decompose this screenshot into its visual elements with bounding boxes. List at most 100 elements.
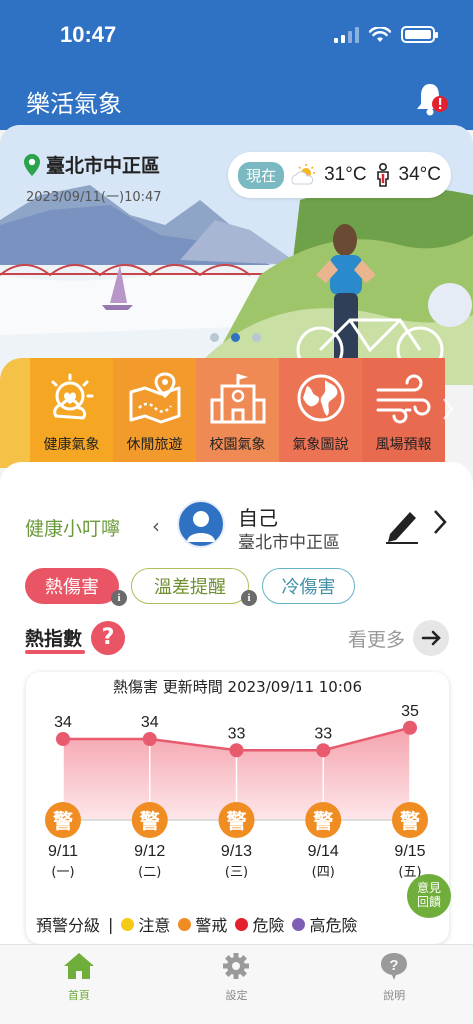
tab-label: 首頁 [67,989,90,1002]
info-icon[interactable]: i [241,590,257,606]
notification-bell-icon[interactable] [415,80,449,118]
tab-settings[interactable]: 設定 [176,945,296,1024]
chart-x-tick-label: 9/14 [308,843,339,860]
carousel-dot[interactable] [210,333,219,342]
chart-weekday-label: (一) [51,865,74,880]
app-header: 樂活氣象 [0,70,473,130]
menu-label: 氣象圖說 [292,437,349,453]
menu-item-health-weather[interactable]: 健康氣象 [30,358,113,468]
avatar[interactable] [177,500,225,548]
chevron-left-icon[interactable]: ‹ [152,514,160,538]
menu-label: 校園氣象 [209,437,266,453]
person-location: 臺北市中正區 [238,533,340,553]
thermometer-body-icon [376,163,389,187]
legend-item-high-danger: 高危險 [292,912,357,936]
heat-index-chart: 34 警 9/11 (一) 34 警 9/12 (二) 33 警 9/13 (三) 33 警 9/14 (四)… [26,672,449,944]
apparent-temperature: 34°C [398,164,441,185]
school-icon [210,374,265,424]
location-pin-icon [24,153,40,176]
tab-heat-injury[interactable]: 熱傷害 [25,568,119,604]
current-weather-pill[interactable]: 現在 31°C 34°C [228,152,451,198]
chart-level-label: 警 [400,809,420,833]
carousel-dots[interactable] [210,333,261,342]
status-icons [334,26,438,43]
health-weather-icon [51,373,93,420]
signal-icon [334,26,359,43]
legend-title: 預警分級 [36,916,101,935]
arrow-right-icon[interactable] [413,620,449,656]
partly-cloudy-icon [291,164,316,185]
tab-label: 設定 [225,989,248,1002]
chart-level-label: 警 [313,809,333,833]
chart-point [403,720,417,735]
menu-label: 風場預報 [375,437,432,453]
menu-scroll-edge [0,358,30,468]
hero-banner[interactable]: 臺北市中正區 2023/09/11(一)10:47 現在 31°C 34°C [0,125,473,385]
feedback-button[interactable]: 意見 回饋 [407,874,451,918]
chart-weekday-label: (三) [225,865,248,880]
wifi-icon [369,26,391,42]
tab-temperature-difference[interactable]: 溫差提醒 [131,568,249,604]
chart-data-label: 33 [228,725,246,742]
question-icon[interactable]: ? [91,621,125,655]
chart-point [229,743,244,758]
location-name: 臺北市中正區 [46,155,161,177]
location-name-row[interactable]: 臺北市中正區 [24,151,162,178]
health-tips-title: 健康小叮嚀 [25,518,121,540]
tab-label: 說明 [383,989,406,1002]
current-temperature: 31°C [324,164,367,185]
menu-item-wind-forecast[interactable]: 風場預報 [362,358,445,468]
chart-level-label: 警 [227,809,247,833]
legend-item-alert: 警戒 [178,912,227,936]
globe-icon [297,374,344,422]
menu-item-campus-weather[interactable]: 校園氣象 [196,358,279,468]
status-time: 10:47 [60,22,117,47]
menu-item-leisure-travel[interactable]: 休閒旅遊 [113,358,196,468]
app-title: 樂活氣象 [26,90,122,118]
chart-point [56,732,70,746]
heat-index-underline [25,650,85,654]
warning-legend: 預警分級 | 注意 警戒 危險 高危險 [36,912,357,936]
person-name: 自己 [238,506,278,530]
see-more-link[interactable]: 看更多 [348,625,405,652]
chart-x-tick-label: 9/12 [134,843,165,860]
tab-help[interactable]: ? 說明 [334,945,454,1024]
heat-index-chart-svg: 34 警 9/11 (一) 34 警 9/12 (二) 33 警 9/13 (三) 33 警 9/14 (四)… [45,703,428,880]
help-icon: ? [381,953,408,980]
edit-pencil-icon[interactable] [384,506,420,544]
bottom-tab-bar: 首頁 設定 ? 說明 [0,944,473,1024]
chart-point [316,743,331,758]
menu-item-weather-graphics[interactable]: 氣象圖說 [279,358,362,468]
battery-icon [401,26,438,43]
feature-menu: 健康氣象 休閒旅遊 校園氣象 氣象圖說 風場預報 [0,358,473,468]
svg-text:?: ? [390,957,399,974]
user-icon [187,511,215,542]
leisure-map-icon [129,372,180,424]
wind-icon [376,374,430,424]
chart-data-label: 34 [141,714,159,731]
chevron-right-icon[interactable] [432,508,448,536]
chart-x-tick-label: 9/13 [221,843,252,860]
tab-home[interactable]: 首頁 [19,945,139,1024]
legend-separator: | [108,914,114,934]
menu-label: 健康氣象 [43,437,100,453]
location-datetime: 2023/09/11(一)10:47 [26,190,162,205]
chart-level-label: 警 [53,809,73,833]
now-badge: 現在 [238,161,285,189]
info-icon[interactable]: i [111,590,127,606]
chart-title: 熱傷害 更新時間 2023/09/11 10:06 [113,678,362,696]
heat-index-label: 熱指數 [25,628,83,650]
gear-icon [223,953,250,979]
carousel-dot-active[interactable] [231,333,240,342]
menu-label: 休閒旅遊 [126,437,183,453]
carousel-dot[interactable] [252,333,261,342]
chevron-right-icon[interactable] [441,396,455,422]
chart-data-label: 34 [54,714,72,731]
location-block: 臺北市中正區 2023/09/11(一)10:47 [24,151,162,205]
status-bar: 10:47 [0,0,473,70]
chart-data-label: 35 [401,703,419,720]
chart-level-label: 警 [140,809,160,833]
tab-cold-injury[interactable]: 冷傷害 [262,568,355,604]
home-icon [63,953,94,979]
chart-x-tick-label: 9/11 [48,843,78,860]
